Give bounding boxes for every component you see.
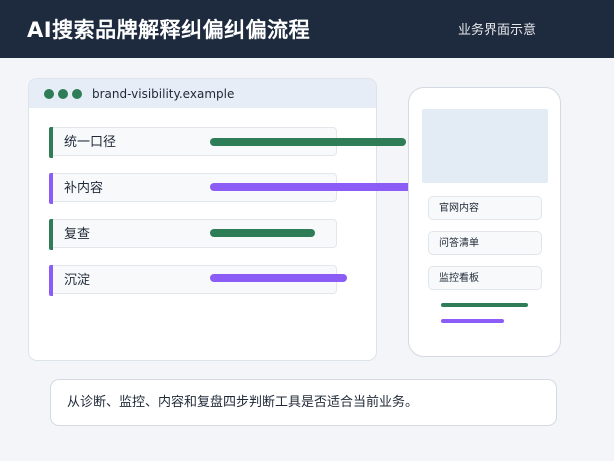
caption-text: 从诊断、监控、内容和复盘四步判断工具是否适合当前业务。	[67, 395, 419, 410]
caption-box: 从诊断、监控、内容和复盘四步判断工具是否适合当前业务。	[50, 379, 557, 426]
browser-url[interactable]: brand-visibility.example	[92, 86, 234, 102]
step-label: 复查	[64, 227, 91, 242]
step-accent-bar	[49, 173, 53, 204]
browser-window: brand-visibility.example 统一口径 补内容 复查 沉淀	[28, 78, 377, 361]
step-accent-bar	[49, 219, 53, 250]
window-dot-icon[interactable]	[58, 89, 68, 99]
step-progress-bar	[210, 229, 315, 237]
image-placeholder	[422, 109, 548, 183]
mobile-list-item[interactable]: 监控看板	[428, 266, 542, 290]
mobile-preview: 官网内容 问答清单 监控看板	[408, 87, 561, 357]
step-progress-bar	[210, 274, 347, 282]
step-accent-bar	[49, 127, 53, 158]
step-label: 补内容	[64, 181, 104, 196]
step-progress-bar	[210, 138, 406, 146]
step-label: 统一口径	[64, 135, 117, 150]
window-dot-icon[interactable]	[72, 89, 82, 99]
page-subtitle: 业务界面示意	[457, 23, 536, 38]
mobile-progress-line	[441, 303, 528, 307]
browser-toolbar: brand-visibility.example	[29, 79, 376, 108]
step-accent-bar	[49, 265, 53, 296]
mobile-list-item[interactable]: 官网内容	[428, 196, 542, 220]
mobile-progress-line	[441, 319, 504, 323]
mobile-list-item[interactable]: 问答清单	[428, 231, 542, 255]
step-progress-bar	[210, 183, 441, 191]
list-item-label: 问答清单	[439, 238, 479, 249]
list-item-label: 官网内容	[439, 203, 479, 214]
step-label: 沉淀	[64, 273, 91, 288]
header-bar: AI搜索品牌解释纠偏纠偏流程 业务界面示意	[0, 0, 614, 58]
page-title: AI搜索品牌解释纠偏纠偏流程	[27, 18, 311, 42]
list-item-label: 监控看板	[439, 273, 479, 284]
window-dot-icon[interactable]	[44, 89, 54, 99]
